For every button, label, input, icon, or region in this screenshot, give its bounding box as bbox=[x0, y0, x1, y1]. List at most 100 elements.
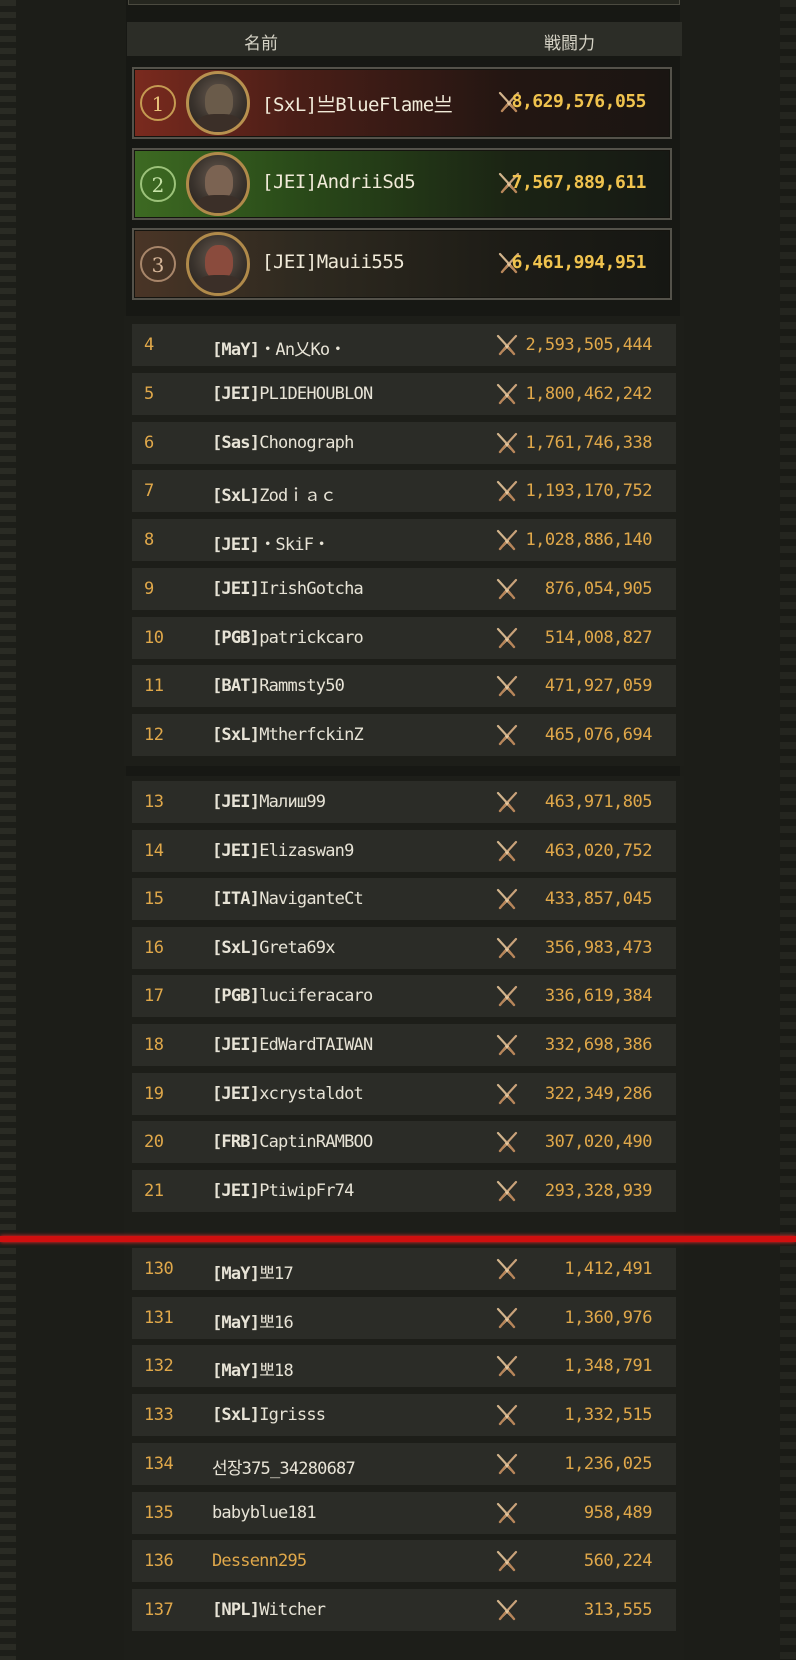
player-name: [JEI]AndriiSd5 bbox=[262, 171, 416, 193]
combat-power: 1,800,462,242 bbox=[525, 383, 652, 404]
combat-power: 1,360,976 bbox=[564, 1307, 652, 1328]
guild-tag: [JEI] bbox=[212, 792, 260, 812]
player-nickname: PtiwipFr74 bbox=[259, 1180, 354, 1201]
crossed-swords-icon bbox=[495, 1453, 519, 1475]
rank-medal-3: 3 bbox=[140, 246, 176, 282]
combat-power: 1,761,746,338 bbox=[525, 432, 652, 453]
guild-tag: [NPL] bbox=[212, 1599, 260, 1620]
ranking-row[interactable]: 21 [JEI]PtiwipFr74 293,328,939 bbox=[132, 1169, 676, 1212]
player-nickname: xcrystaldot bbox=[259, 1083, 364, 1104]
top-rank-row-2[interactable]: 2 [JEI]AndriiSd5 7,567,889,611 bbox=[132, 148, 672, 220]
ranking-row[interactable]: 13 [JEI]Малиш99 463,971,805 bbox=[132, 781, 676, 823]
avatar bbox=[186, 152, 250, 216]
ranking-row[interactable]: 20 [FRB]CaptinRAMBOO 307,020,490 bbox=[132, 1121, 676, 1164]
crossed-swords-icon bbox=[495, 985, 519, 1007]
combat-power: 293,328,939 bbox=[544, 1180, 653, 1201]
player-nickname: 뽀16 bbox=[259, 1312, 294, 1333]
player-nickname: MtherfckinZ bbox=[259, 725, 364, 745]
guild-tag: [ITA] bbox=[212, 889, 260, 910]
combat-power: 463,020,752 bbox=[544, 840, 653, 861]
ranking-row[interactable]: 16 [SxL]Greta69x 356,983,473 bbox=[132, 926, 676, 969]
player-nickname: Mauii555 bbox=[316, 251, 405, 273]
player-name: [NPL]Witcher bbox=[212, 1599, 326, 1620]
guild-tag: [PGB] bbox=[212, 627, 260, 648]
ranking-row[interactable]: 19 [JEI]xcrystaldot 322,349,286 bbox=[132, 1072, 676, 1115]
guild-tag: [MaY] bbox=[212, 340, 260, 360]
ranking-row[interactable]: 132 [MaY]뽀18 1,348,791 bbox=[132, 1345, 676, 1388]
crossed-swords-icon bbox=[495, 1307, 519, 1329]
combat-power: 1,332,515 bbox=[564, 1405, 652, 1426]
rank-number: 18 bbox=[144, 1035, 164, 1055]
top-frame bbox=[128, 0, 680, 5]
combat-power: 336,619,384 bbox=[544, 986, 653, 1007]
red-separator-line bbox=[0, 1236, 796, 1242]
player-nickname: PL1DEHOUBLON bbox=[259, 383, 373, 404]
combat-power: 1,028,886,140 bbox=[525, 530, 652, 550]
player-name: [MaY]・An乂Ko・ bbox=[212, 335, 346, 360]
player-name: [SxL]MtherfckinZ bbox=[212, 725, 364, 745]
ranking-row[interactable]: 14 [JEI]Elizaswan9 463,020,752 bbox=[132, 829, 676, 872]
ranking-row[interactable]: 135 babyblue181 958,489 bbox=[132, 1491, 676, 1534]
player-nickname: patrickcaro bbox=[259, 627, 364, 648]
ranking-row[interactable]: 9 [JEI]IrishGotcha 876,054,905 bbox=[132, 567, 676, 610]
crossed-swords-icon bbox=[495, 840, 519, 862]
guild-tag: [JEI] bbox=[212, 1180, 260, 1201]
combat-power: 433,857,045 bbox=[544, 889, 653, 910]
guild-tag: [SxL] bbox=[212, 725, 260, 745]
player-nickname: Dessenn295 bbox=[212, 1551, 307, 1572]
ranking-row[interactable]: 130 [MaY]뽀17 1,412,491 bbox=[132, 1248, 676, 1290]
player-nickname: Greta69x bbox=[259, 937, 335, 958]
player-nickname: EdWardTAIWAN bbox=[259, 1035, 373, 1055]
guild-tag: [SxL] bbox=[212, 937, 260, 958]
ranking-row[interactable]: 15 [ITA]NaviganteCt 433,857,045 bbox=[132, 878, 676, 921]
crossed-swords-icon bbox=[495, 578, 519, 600]
combat-power: 1,193,170,752 bbox=[525, 481, 652, 502]
guild-tag: [Sas] bbox=[212, 432, 260, 453]
rank-number: 130 bbox=[144, 1259, 174, 1279]
player-name: [JEI]・SkiF・ bbox=[212, 530, 330, 555]
player-name: [SxL]Zodｉａｃ bbox=[212, 481, 337, 507]
guild-tag: [SxL] bbox=[262, 94, 317, 116]
player-nickname: 뽀18 bbox=[259, 1361, 294, 1382]
combat-power: 2,593,505,444 bbox=[525, 335, 652, 355]
combat-power: 1,412,491 bbox=[564, 1259, 652, 1279]
rank-number: 16 bbox=[144, 937, 164, 958]
ranking-row[interactable]: 7 [SxL]Zodｉａｃ 1,193,170,752 bbox=[132, 470, 676, 513]
player-nickname: NaviganteCt bbox=[259, 889, 364, 910]
ranking-row[interactable]: 12 [SxL]MtherfckinZ 465,076,694 bbox=[132, 714, 676, 756]
combat-power: 463,971,805 bbox=[544, 792, 653, 812]
ranking-row[interactable]: 6 [Sas]Chonograph 1,761,746,338 bbox=[132, 421, 676, 464]
player-nickname: Witcher bbox=[259, 1599, 326, 1620]
ranking-row[interactable]: 5 [JEI]PL1DEHOUBLON 1,800,462,242 bbox=[132, 372, 676, 415]
rank-number: 132 bbox=[144, 1356, 174, 1377]
combat-power: 514,008,827 bbox=[544, 627, 653, 648]
combat-power: 307,020,490 bbox=[544, 1132, 653, 1153]
ranking-row[interactable]: 136 Dessenn295 560,224 bbox=[132, 1540, 676, 1583]
ranking-row[interactable]: 18 [JEI]EdWardTAIWAN 332,698,386 bbox=[132, 1024, 676, 1066]
player-nickname: 선장375_34280687 bbox=[212, 1458, 356, 1479]
panel-left-margin bbox=[16, 0, 126, 1660]
crossed-swords-icon bbox=[495, 1355, 519, 1377]
ranking-row[interactable]: 137 [NPL]Witcher 313,555 bbox=[132, 1588, 676, 1631]
rank-number: 6 bbox=[144, 432, 154, 453]
top-rank-row-3[interactable]: 3 [JEI]Mauii555 6,461,994,951 bbox=[132, 228, 672, 300]
player-nickname: Zodｉａｃ bbox=[259, 486, 337, 507]
player-name: [FRB]CaptinRAMBOO bbox=[212, 1132, 373, 1152]
ranking-row[interactable]: 8 [JEI]・SkiF・ 1,028,886,140 bbox=[132, 519, 676, 561]
guild-tag: [JEI] bbox=[212, 535, 260, 555]
ranking-row[interactable]: 134 선장375_34280687 1,236,025 bbox=[132, 1442, 676, 1485]
ranking-row[interactable]: 17 [PGB]luciferacaro 336,619,384 bbox=[132, 975, 676, 1018]
ranking-row[interactable]: 10 [PGB]patrickcaro 514,008,827 bbox=[132, 616, 676, 659]
crossed-swords-icon bbox=[495, 1180, 519, 1202]
player-name: [Sas]Chonograph bbox=[212, 433, 354, 453]
ranking-row[interactable]: 4 [MaY]・An乂Ko・ 2,593,505,444 bbox=[132, 324, 676, 366]
ranking-row[interactable]: 133 [SxL]Igrisss 1,332,515 bbox=[132, 1394, 676, 1437]
ranking-row[interactable]: 11 [BAT]Rammsty50 471,927,059 bbox=[132, 665, 676, 708]
rank-number: 17 bbox=[144, 986, 164, 1007]
ranking-row[interactable]: 131 [MaY]뽀16 1,360,976 bbox=[132, 1296, 676, 1339]
top-rank-row-1[interactable]: 1 [SxL]亗BlueFlame亗 8,629,576,055 bbox=[132, 67, 672, 139]
player-nickname: 뽀17 bbox=[259, 1264, 294, 1284]
crossed-swords-icon bbox=[495, 627, 519, 649]
combat-power: 8,629,576,055 bbox=[511, 91, 647, 112]
player-name: [JEI]EdWardTAIWAN bbox=[212, 1035, 373, 1055]
